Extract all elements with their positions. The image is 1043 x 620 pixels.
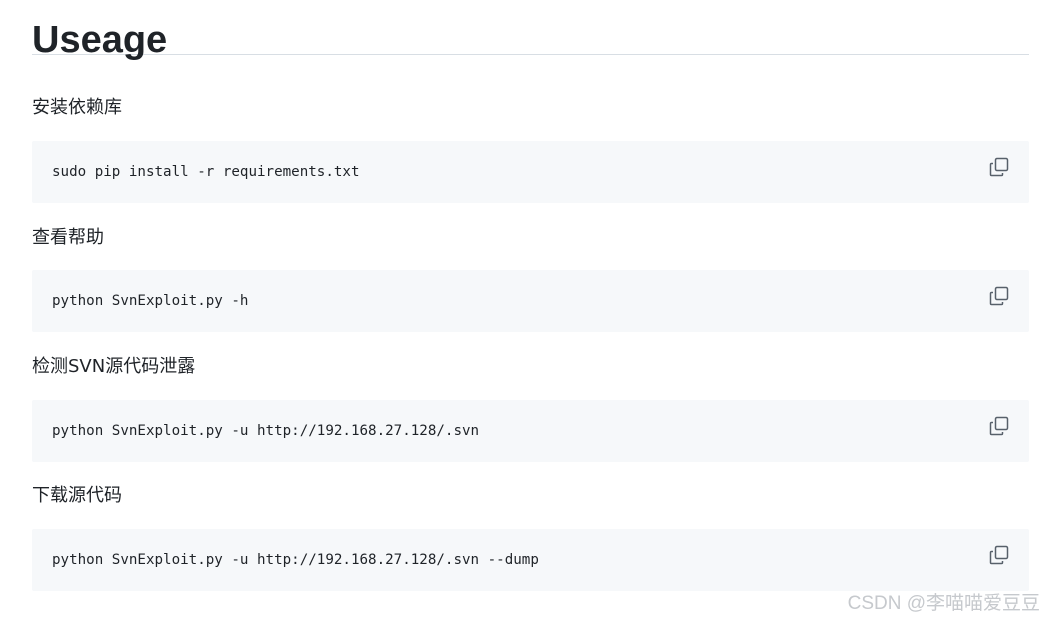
csdn-watermark: CSDN @李喵喵爱豆豆: [847, 593, 1040, 614]
copy-icon[interactable]: [989, 157, 1009, 177]
copy-icon[interactable]: [989, 286, 1009, 306]
copy-icon[interactable]: [989, 416, 1009, 436]
copy-icon[interactable]: [989, 545, 1009, 565]
step-detect: 检测SVN源代码泄露: [32, 355, 1029, 379]
step-label: 查看帮助: [32, 227, 104, 248]
step-download: 下载源代码: [32, 484, 1029, 508]
code-text[interactable]: sudo pip install -r requirements.txt: [52, 141, 360, 203]
markdown-body: Useage 安装依赖库 sudo pip install -r require…: [32, 0, 1029, 591]
code-block-help: python SvnExploit.py -h: [32, 270, 1029, 332]
code-text[interactable]: python SvnExploit.py -u http://192.168.2…: [52, 400, 479, 462]
step-install: 安装依赖库: [32, 96, 1029, 120]
code-block-detect: python SvnExploit.py -u http://192.168.2…: [32, 400, 1029, 462]
code-block-install: sudo pip install -r requirements.txt: [32, 141, 1029, 203]
step-label: 下载源代码: [32, 485, 122, 506]
section-heading: Useage: [32, 0, 1029, 61]
step-label: 安装依赖库: [32, 97, 122, 118]
step-label: 检测SVN源代码泄露: [32, 356, 196, 377]
code-block-download: python SvnExploit.py -u http://192.168.2…: [32, 529, 1029, 591]
step-help: 查看帮助: [32, 226, 1029, 250]
code-text[interactable]: python SvnExploit.py -u http://192.168.2…: [52, 529, 539, 591]
code-text[interactable]: python SvnExploit.py -h: [52, 270, 248, 332]
